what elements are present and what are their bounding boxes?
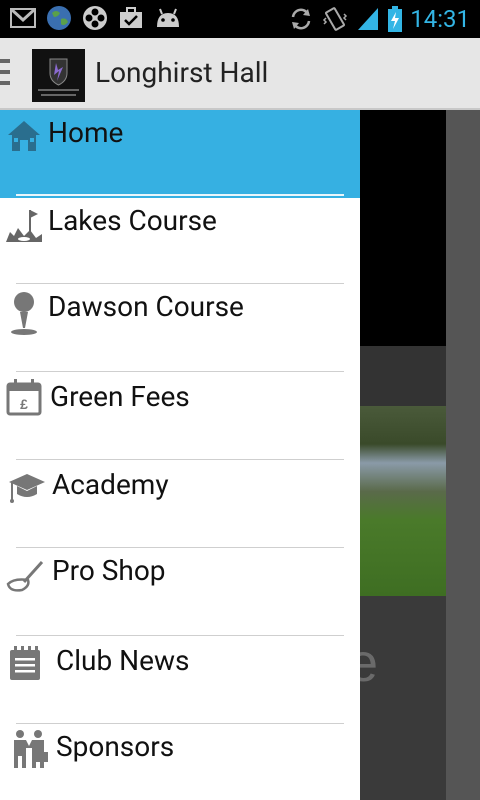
- drawer-item-label: Green Fees: [50, 380, 190, 413]
- drawer-item-sponsors[interactable]: Sponsors: [0, 724, 360, 800]
- graduation-cap-icon: [9, 474, 45, 503]
- selected-indicator: [16, 194, 344, 196]
- gmail-icon: [10, 7, 36, 28]
- status-bar: 14:31: [0, 0, 480, 38]
- action-bar: Longhirst Hall: [0, 38, 480, 110]
- clock: 14:31: [410, 5, 470, 33]
- course-photo: [360, 406, 446, 596]
- briefcase-check-icon: [120, 7, 142, 28]
- battery-charging-icon: [388, 6, 403, 32]
- drawer-item-home[interactable]: Home: [0, 110, 360, 198]
- drawer-item-academy[interactable]: Academy: [0, 460, 360, 548]
- app-logo[interactable]: [32, 49, 85, 102]
- navigation-drawer: Home Lakes Course Dawson Course £ Green …: [0, 110, 360, 800]
- film-reel-icon: [83, 6, 107, 30]
- golf-ball-tee-icon: [11, 292, 37, 335]
- drawer-item-club-news[interactable]: Club News: [0, 636, 360, 724]
- calendar-pound-icon: £: [6, 379, 42, 416]
- house-icon: [8, 121, 40, 151]
- golf-club-icon: [6, 560, 44, 592]
- svg-text:£: £: [20, 396, 28, 412]
- content-scrim: [446, 110, 480, 800]
- drawer-item-dawson-course[interactable]: Dawson Course: [0, 284, 360, 372]
- vibrate-icon: [323, 7, 348, 31]
- drawer-item-label: Dawson Course: [48, 290, 244, 323]
- notepad-icon: [10, 646, 40, 680]
- content-footer: [360, 596, 446, 800]
- sync-icon: [291, 8, 311, 30]
- signal-icon: [358, 8, 379, 30]
- drawer-item-label: Club News: [56, 644, 190, 677]
- android-icon: [157, 8, 179, 27]
- drawer-item-pro-shop[interactable]: Pro Shop: [0, 548, 360, 636]
- drawer-item-label: Academy: [52, 468, 169, 501]
- drawer-item-label: Home: [48, 116, 124, 149]
- app-title: Longhirst Hall: [95, 56, 269, 89]
- drawer-item-green-fees[interactable]: £ Green Fees: [0, 372, 360, 460]
- drawer-item-label: Pro Shop: [52, 554, 166, 587]
- globe-icon: [47, 6, 71, 30]
- golf-course-icon: [6, 210, 42, 242]
- drawer-item-label: Sponsors: [56, 730, 175, 763]
- drawer-toggle-icon[interactable]: [0, 59, 10, 87]
- drawer-item-lakes-course[interactable]: Lakes Course: [0, 198, 360, 284]
- handshake-icon: [14, 730, 48, 768]
- drawer-item-label: Lakes Course: [48, 204, 217, 237]
